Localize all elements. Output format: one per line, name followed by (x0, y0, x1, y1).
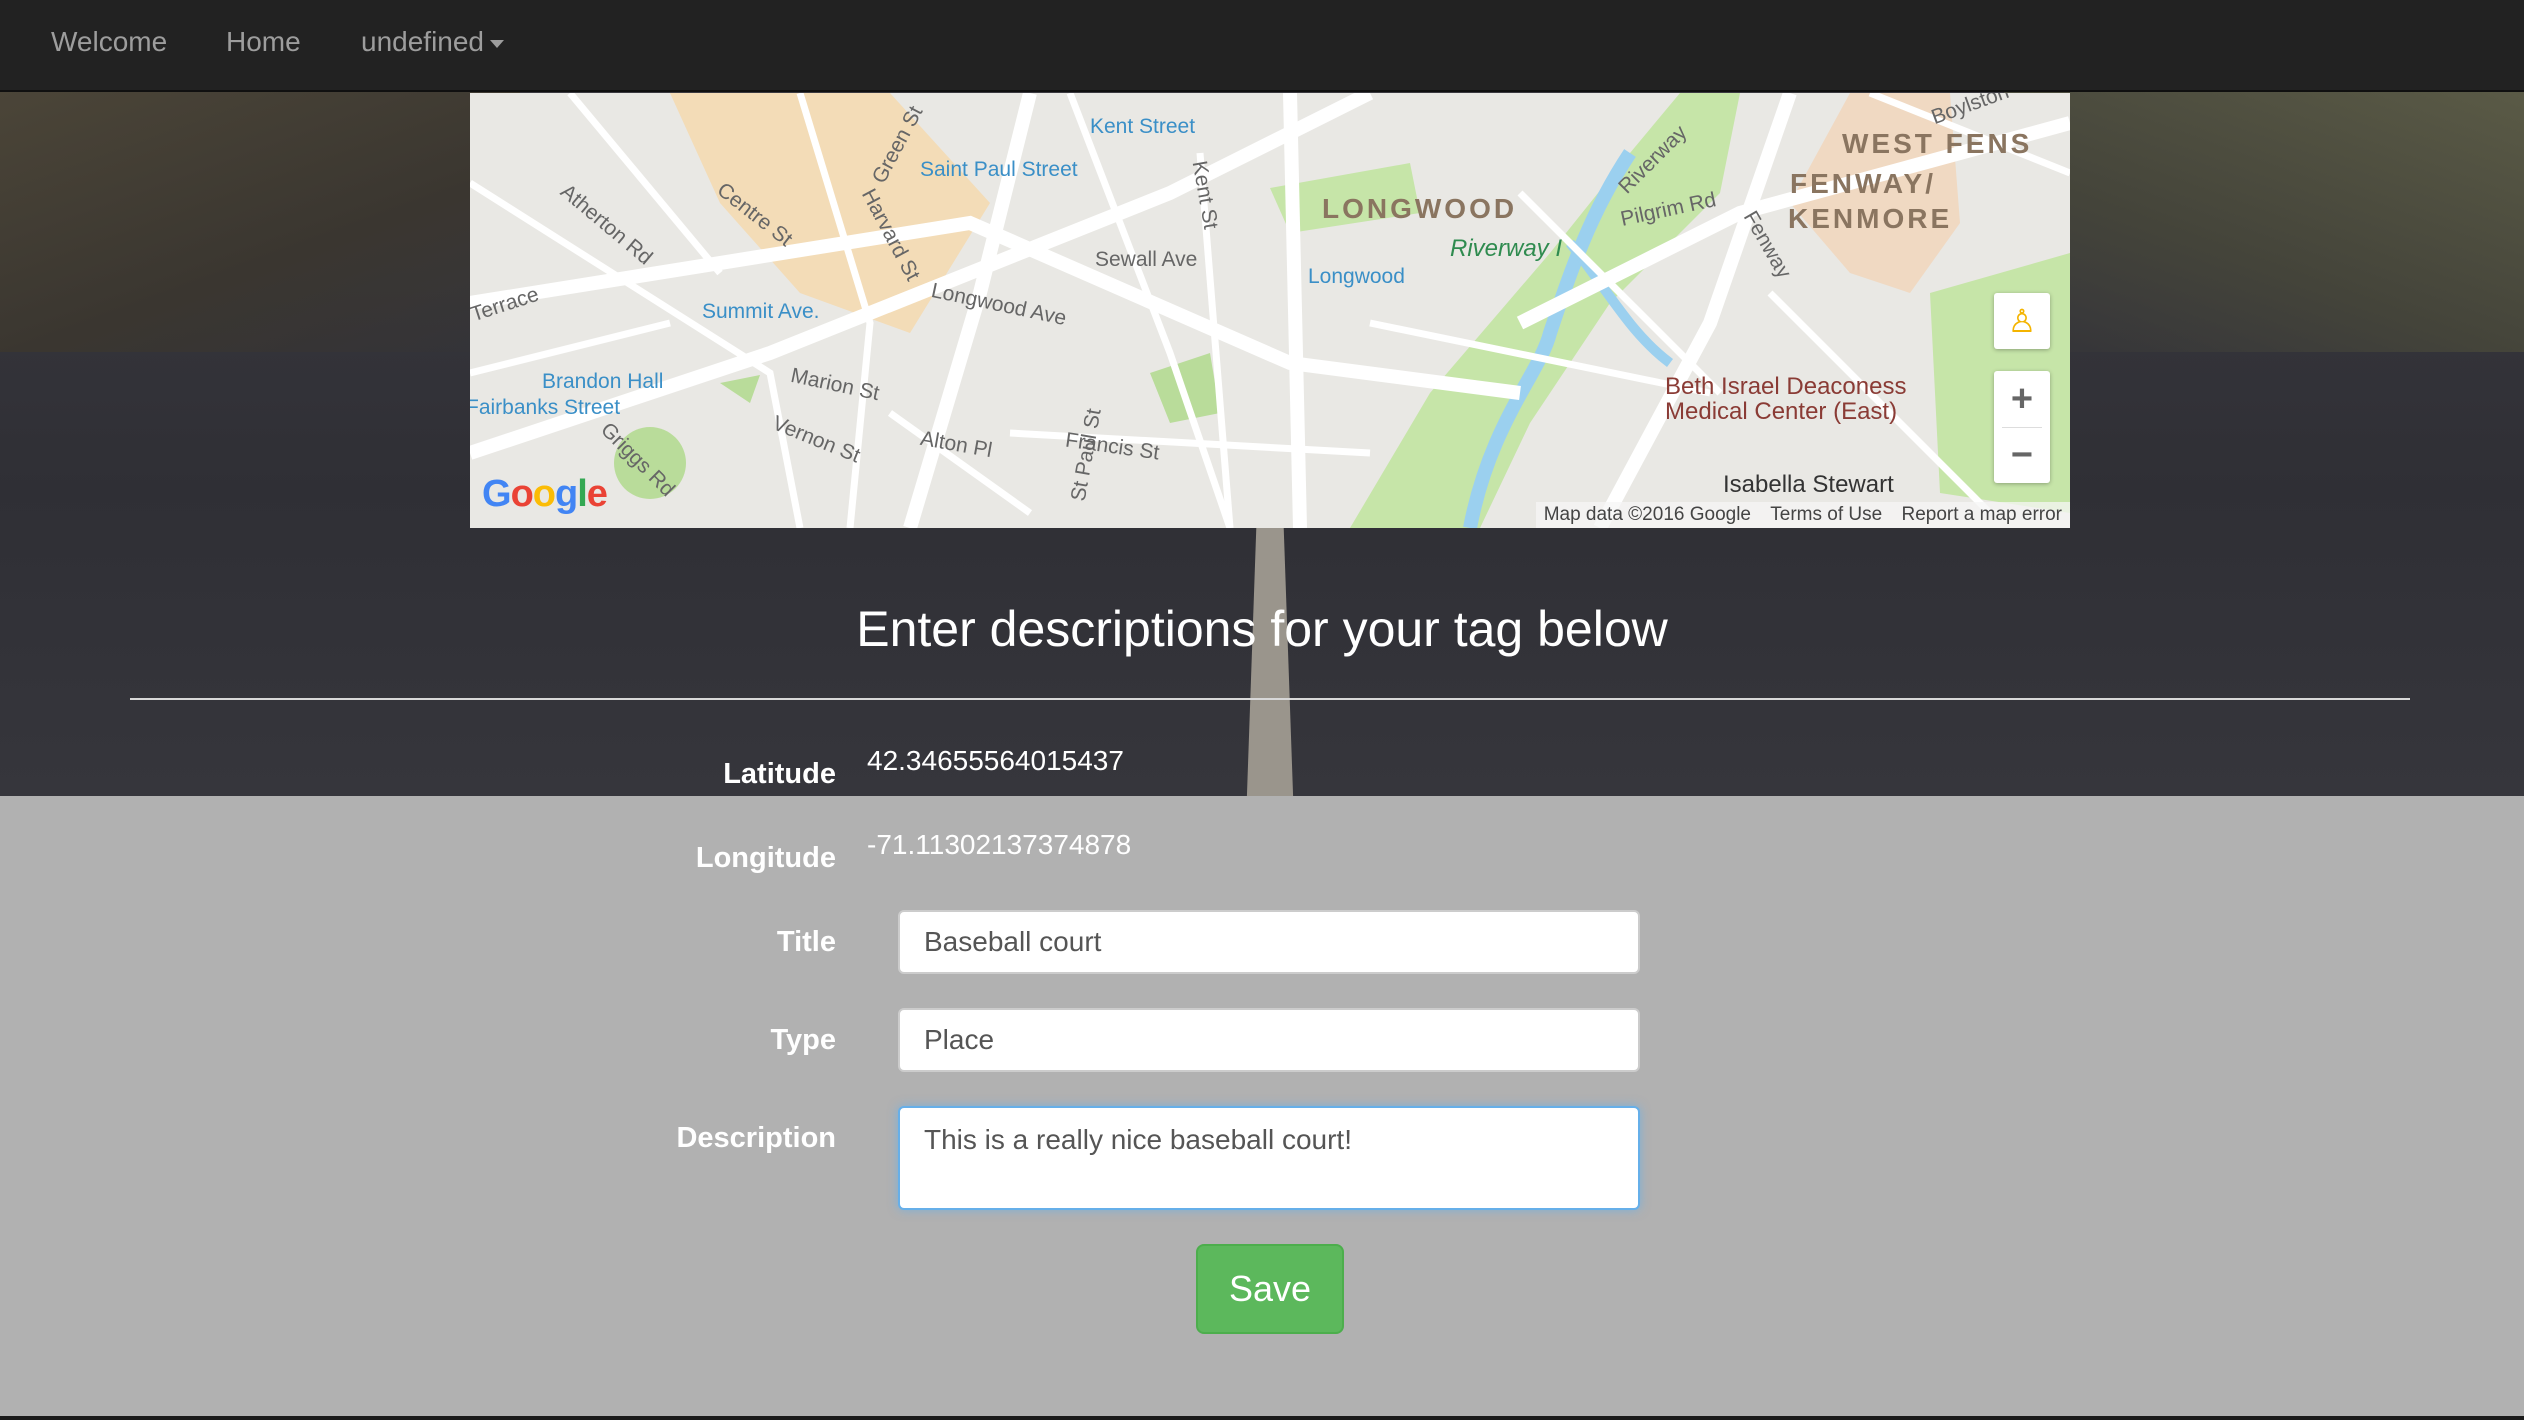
google-logo: Google (482, 473, 608, 515)
map-poi-beth-israel-1: Beth Israel Deaconess (1665, 373, 1907, 400)
caret-down-icon (490, 39, 505, 48)
title-label: Title (776, 926, 836, 958)
background-trees-left (0, 92, 520, 352)
map-park-riverway: Riverway I (1450, 235, 1563, 262)
report-map-error-link[interactable]: Report a map error (1901, 504, 2062, 525)
map-label-brandon-hall: Brandon Hall (542, 370, 664, 393)
map-data-attribution: Map data ©2016 Google (1543, 504, 1751, 525)
map-area-longwood: LONGWOOD (1322, 193, 1518, 224)
map-label-kent-street: Kent Street (1090, 115, 1196, 138)
nav-dropdown-label: undefined (361, 26, 485, 57)
type-label: Type (770, 1024, 836, 1056)
bottom-strip (0, 1416, 2524, 1420)
zoom-in-button[interactable]: + (1994, 371, 2050, 427)
map-label-longwood-station: Longwood (1308, 265, 1405, 288)
map-label-fairbanks-street: Fairbanks Street (470, 396, 621, 419)
terms-of-use-link[interactable]: Terms of Use (1770, 504, 1882, 525)
map-label-summit-ave: Summit Ave. (702, 300, 820, 323)
latitude-value: 42.34655564015437 (867, 745, 1124, 776)
map-label-sewall-ave: Sewall Ave (1095, 248, 1198, 271)
street-view-pegman-icon[interactable]: ♙ (1994, 293, 2050, 349)
map-poi-beth-israel-2: Medical Center (East) (1665, 398, 1898, 425)
latitude-label: Latitude (723, 758, 836, 790)
map-area-fenway: FENWAY/ (1790, 168, 1936, 199)
map-area-west-fens: WEST FENS (1842, 128, 2033, 159)
title-input[interactable]: Baseball court (898, 910, 1640, 974)
type-input[interactable]: Place (898, 1008, 1640, 1072)
nav-brand-welcome[interactable]: Welcome (51, 0, 167, 92)
map-poi-isabella-stewart: Isabella Stewart (1723, 471, 1894, 498)
map-footer: Map data ©2016 Google Terms of Use Repor… (1535, 502, 2070, 528)
description-textarea[interactable]: This is a really nice baseball court! (898, 1106, 1640, 1210)
nav-link-home[interactable]: Home (226, 0, 301, 92)
save-button[interactable]: Save (1196, 1244, 1344, 1334)
longitude-value: -71.11302137374878 (867, 829, 1132, 860)
zoom-out-button[interactable]: − (1994, 427, 2050, 483)
zoom-controls: + − (1994, 371, 2050, 483)
nav-dropdown[interactable]: undefined (361, 0, 505, 92)
navbar: Welcome Home undefined (0, 0, 2524, 92)
description-label: Description (676, 1122, 836, 1154)
map-label-saint-paul-street: Saint Paul Street (920, 158, 1078, 181)
background-trees-right (2004, 92, 2524, 352)
longitude-label: Longitude (695, 842, 836, 874)
page-title: Enter descriptions for your tag below (856, 601, 1668, 657)
map-area-kenmore: KENMORE (1788, 203, 1953, 234)
divider (130, 698, 2410, 700)
map[interactable]: Kent Street Saint Paul Street Summit Ave… (470, 93, 2070, 528)
